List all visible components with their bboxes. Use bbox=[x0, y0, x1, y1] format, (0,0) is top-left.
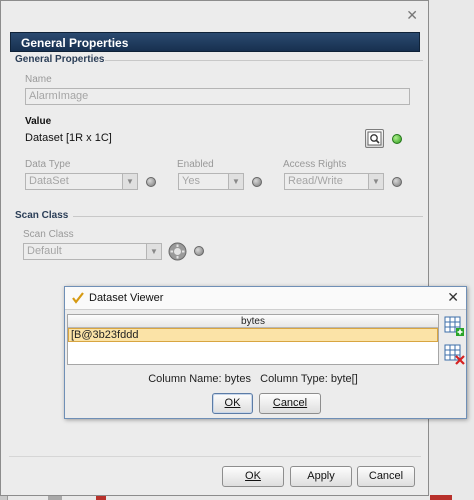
dataset-viewer-title: Dataset Viewer bbox=[89, 292, 164, 304]
close-icon[interactable]: ✕ bbox=[447, 289, 459, 306]
magnifier-icon bbox=[367, 131, 382, 146]
access-rights-label: Access Rights bbox=[283, 159, 347, 170]
add-row-icon bbox=[444, 316, 464, 336]
scan-class-edit-button[interactable] bbox=[168, 242, 187, 261]
section-title-general: General Properties bbox=[15, 54, 105, 65]
delete-row-button[interactable] bbox=[444, 344, 465, 365]
scan-class-select[interactable]: Default ▼ bbox=[23, 243, 162, 260]
divider bbox=[73, 216, 423, 217]
value-label: Value bbox=[25, 116, 52, 127]
cancel-button[interactable]: Cancel bbox=[357, 466, 415, 487]
name-field[interactable]: AlarmImage bbox=[25, 88, 410, 105]
scan-class-label: Scan Class bbox=[23, 229, 74, 240]
chevron-down-icon: ▼ bbox=[146, 244, 161, 259]
viewer-ok-button[interactable]: OK bbox=[212, 393, 253, 414]
column-name-text: Column Name: bytes bbox=[148, 373, 251, 385]
section-title-scan-class: Scan Class bbox=[15, 210, 69, 221]
dataset-viewer-titlebar[interactable]: Dataset Viewer ✕ bbox=[65, 287, 466, 310]
data-type-status-indicator bbox=[146, 177, 156, 187]
enabled-status-indicator bbox=[252, 177, 262, 187]
add-row-button[interactable] bbox=[444, 316, 465, 337]
divider bbox=[9, 456, 421, 457]
scan-class-status-indicator bbox=[194, 246, 204, 256]
access-rights-status-indicator bbox=[392, 177, 402, 187]
apply-button[interactable]: Apply bbox=[290, 466, 352, 487]
cancel-label: Cancel bbox=[368, 470, 404, 482]
checkmark-pen-icon bbox=[72, 292, 84, 304]
dataset-viewer-dialog: Dataset Viewer ✕ bytes [B@3b23fddd Colum… bbox=[64, 286, 467, 419]
table-row[interactable]: [B@3b23fddd bbox=[68, 328, 438, 342]
name-label: Name bbox=[25, 74, 52, 85]
access-rights-value: Read/Write bbox=[288, 175, 343, 187]
apply-label: Apply bbox=[307, 470, 335, 482]
chevron-down-icon: ▼ bbox=[368, 174, 383, 189]
dataset-table[interactable]: bytes [B@3b23fddd bbox=[67, 314, 439, 365]
ok-label: OK bbox=[245, 470, 261, 482]
column-header-bytes[interactable]: bytes bbox=[68, 315, 438, 328]
page-title: General Properties bbox=[10, 32, 420, 52]
enabled-value: Yes bbox=[182, 175, 200, 187]
delete-row-icon bbox=[444, 344, 465, 365]
access-rights-select[interactable]: Read/Write ▼ bbox=[284, 173, 384, 190]
background-accent-red-bottom-right bbox=[430, 495, 452, 500]
data-type-value: DataSet bbox=[29, 175, 69, 187]
dataset-edit-button[interactable] bbox=[365, 129, 384, 148]
viewer-ok-label: OK bbox=[224, 397, 241, 409]
gear-icon bbox=[168, 242, 187, 261]
chevron-down-icon: ▼ bbox=[228, 174, 243, 189]
close-icon[interactable]: ✕ bbox=[406, 7, 418, 24]
value-status-indicator bbox=[392, 134, 402, 144]
column-info: Column Name: bytes Column Type: byte[] bbox=[65, 373, 441, 385]
enabled-label: Enabled bbox=[177, 159, 214, 170]
divider bbox=[105, 60, 423, 61]
tag-properties-dialog: ✕ General Properties General Properties … bbox=[0, 0, 429, 496]
data-type-select[interactable]: DataSet ▼ bbox=[25, 173, 138, 190]
chevron-down-icon: ▼ bbox=[122, 174, 137, 189]
enabled-select[interactable]: Yes ▼ bbox=[178, 173, 244, 190]
value-text: Dataset [1R x 1C] bbox=[25, 132, 112, 144]
viewer-cancel-button[interactable]: Cancel bbox=[259, 393, 321, 414]
viewer-cancel-label: Cancel bbox=[272, 397, 308, 409]
column-type-text: Column Type: byte[] bbox=[260, 373, 358, 385]
data-type-label: Data Type bbox=[25, 159, 71, 170]
ok-button[interactable]: OK bbox=[222, 466, 284, 487]
scan-class-value: Default bbox=[27, 245, 62, 257]
